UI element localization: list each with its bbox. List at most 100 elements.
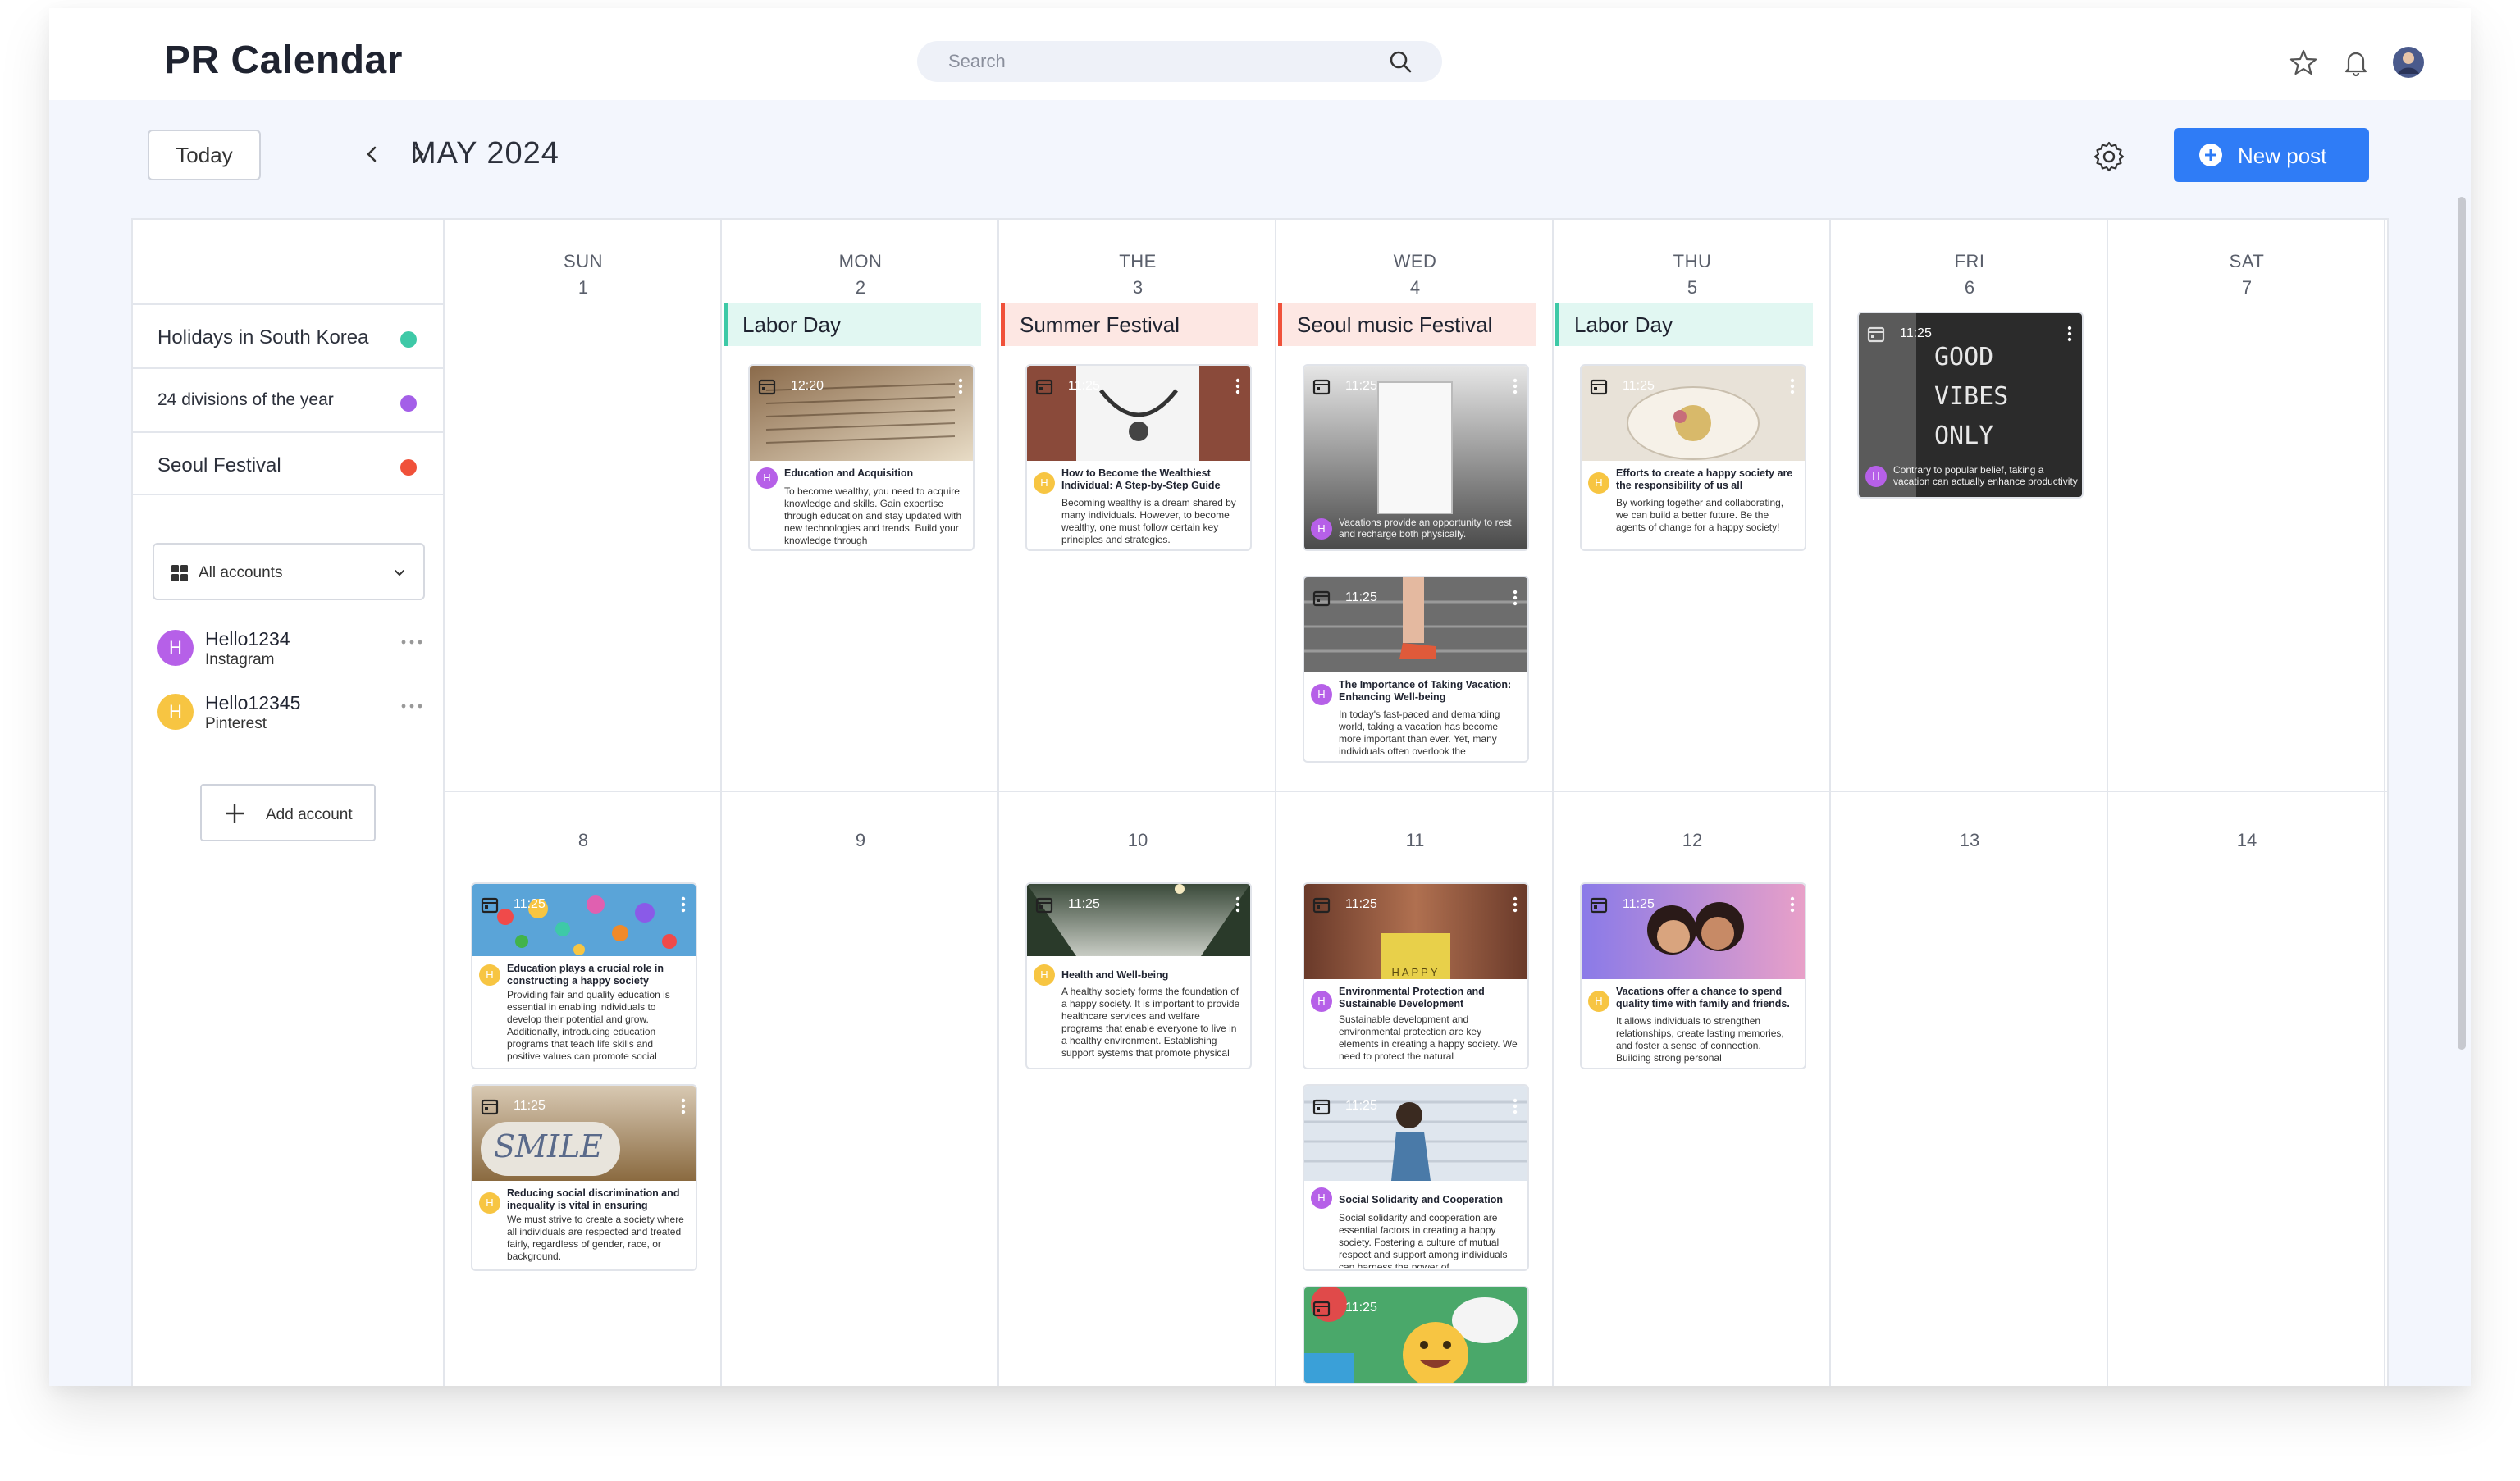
post-account-avatar: H [1311, 684, 1332, 705]
post-time: 11:25 [1345, 1301, 1377, 1315]
post-time: 11:25 [1068, 379, 1100, 393]
more-horizontal-icon[interactable] [400, 702, 423, 710]
today-button[interactable]: Today [148, 130, 261, 180]
post-card[interactable]: 11:25 [1303, 1286, 1529, 1384]
post-image [1027, 884, 1250, 956]
event-seoul-music-festival[interactable]: Seoul music Festival [1278, 303, 1536, 346]
kebab-menu-icon[interactable] [1790, 377, 1795, 395]
search-input[interactable] [948, 41, 1375, 82]
post-title: Education and Acquisition [784, 467, 914, 479]
kebab-menu-icon[interactable] [1513, 589, 1518, 607]
post-card[interactable]: HAPPY 11:25 H Environmental Protection a… [1303, 882, 1529, 1069]
kebab-menu-icon[interactable] [1513, 377, 1518, 395]
day-header: 9 [722, 825, 999, 851]
date-label: 11 [1405, 830, 1425, 850]
post-title: Health and Well-being [1061, 969, 1169, 981]
search-icon[interactable] [1388, 49, 1413, 74]
kebab-menu-icon[interactable] [681, 895, 686, 914]
add-account-button[interactable]: Add account [200, 784, 376, 841]
post-account-avatar: H [1588, 472, 1609, 494]
calendar-filter-label: Seoul Festival [158, 454, 281, 476]
new-post-button[interactable]: New post [2174, 128, 2369, 182]
date-label: 8 [578, 830, 589, 850]
star-icon[interactable] [2289, 48, 2318, 77]
user-avatar[interactable] [2392, 46, 2425, 79]
day-header: SUN 1 [445, 251, 722, 298]
post-body: A healthy society forms the foundation o… [1061, 986, 1240, 1059]
day-header: 14 [2108, 825, 2385, 851]
post-title: The Importance of Taking Vacation: Enhan… [1339, 679, 1512, 703]
post-image [1304, 1086, 1527, 1181]
accounts-dropdown[interactable]: All accounts [153, 543, 425, 600]
post-caption: Contrary to popular belief, taking a vac… [1893, 464, 2078, 487]
bell-icon[interactable] [2341, 48, 2371, 77]
post-card[interactable]: 11:25 H The Importance of Taking Vacatio… [1303, 576, 1529, 763]
chevron-down-icon [395, 570, 404, 576]
post-account-avatar: H [1311, 518, 1332, 540]
event-labor-day[interactable]: Labor Day [1555, 303, 1813, 346]
calendar-color-dot [400, 331, 417, 348]
post-title: How to Become the Wealthiest Individual:… [1061, 467, 1221, 491]
day-column [2108, 220, 2385, 1386]
date-label: 7 [2241, 277, 2253, 298]
day-header: 13 [1831, 825, 2108, 851]
kebab-menu-icon[interactable] [1235, 377, 1240, 395]
app-title: PR Calendar [164, 39, 403, 82]
post-card[interactable]: 11:25 H How to Become the Wealthiest Ind… [1025, 364, 1252, 551]
calendar: Holidays in South Korea 24 divisions of … [131, 218, 2389, 1386]
calendar-color-dot [400, 395, 417, 412]
post-card[interactable]: 11:25 H Education plays a crucial role i… [471, 882, 697, 1069]
day-header: MON 2 [722, 251, 999, 298]
add-account-label: Add account [266, 806, 353, 823]
post-account-avatar: H [1034, 964, 1055, 986]
post-title: Efforts to create a happy society are th… [1616, 467, 1793, 491]
more-horizontal-icon[interactable] [400, 638, 423, 646]
post-account-avatar: H [1311, 991, 1332, 1012]
vertical-scrollbar[interactable] [2458, 197, 2466, 1050]
accounts-dropdown-value: All accounts [199, 564, 283, 581]
post-account-avatar: H [1865, 466, 1887, 487]
post-card[interactable]: GOOD VIBES ONLY 11:25 H Contrary to popu… [1857, 312, 2084, 499]
post-card[interactable]: 11:25 H Health and Well-being A healthy … [1025, 882, 1252, 1069]
day-header: SAT 7 [2108, 251, 2385, 298]
kebab-menu-icon[interactable] [2067, 325, 2072, 343]
post-image: HAPPY [1304, 884, 1527, 979]
search-box[interactable] [917, 41, 1442, 82]
post-card[interactable]: 11:25 H Efforts to create a happy societ… [1580, 364, 1806, 551]
chevron-left-icon[interactable] [358, 139, 387, 169]
kebab-menu-icon[interactable] [1513, 895, 1518, 914]
post-card[interactable]: 12:20 H Education and Acquisition To bec… [748, 364, 975, 551]
post-image [472, 884, 696, 956]
event-summer-festival[interactable]: Summer Festival [1001, 303, 1258, 346]
kebab-menu-icon[interactable] [958, 377, 963, 395]
calendar-filter-divisions[interactable]: 24 divisions of the year [133, 367, 445, 431]
event-labor-day[interactable]: Labor Day [724, 303, 981, 346]
post-card[interactable]: 11:25 H Social Solidarity and Cooperatio… [1303, 1084, 1529, 1271]
post-body: Social solidarity and cooperation are es… [1339, 1212, 1508, 1268]
post-card[interactable]: 11:25 H Vacations offer a chance to spen… [1580, 882, 1806, 1069]
post-card[interactable]: SMILE 11:25 H Reducing social discrimina… [471, 1084, 697, 1271]
post-time: 11:25 [1345, 379, 1377, 393]
account-hello1234[interactable]: H Hello1234 Instagram [158, 627, 428, 676]
kebab-menu-icon[interactable] [1513, 1097, 1518, 1115]
gear-icon[interactable] [2092, 139, 2126, 174]
top-bar: PR Calendar [49, 8, 2471, 100]
kebab-menu-icon[interactable] [681, 1097, 686, 1115]
kebab-menu-icon[interactable] [1235, 895, 1240, 914]
post-card[interactable]: 11:25 H Vacations provide an opportunity… [1303, 364, 1529, 551]
post-time: 11:25 [1345, 897, 1377, 911]
calendar-icon [481, 1099, 499, 1115]
post-caption: Vacations provide an opportunity to rest… [1339, 517, 1512, 540]
calendar-filter-holidays[interactable]: Holidays in South Korea [133, 303, 445, 367]
kebab-menu-icon[interactable] [1790, 895, 1795, 914]
calendar-icon [1590, 897, 1608, 914]
calendar-icon [481, 897, 499, 914]
post-time: 11:25 [514, 897, 546, 911]
date-label: 4 [1409, 277, 1421, 298]
plus-icon [226, 804, 244, 823]
account-hello12345[interactable]: H Hello12345 Pinterest [158, 690, 428, 740]
post-account-avatar: H [1588, 991, 1609, 1012]
calendar-filter-seoul-festival[interactable]: Seoul Festival [133, 431, 445, 495]
weekday-label: SUN [564, 251, 603, 271]
post-time: 11:25 [1900, 326, 1932, 340]
